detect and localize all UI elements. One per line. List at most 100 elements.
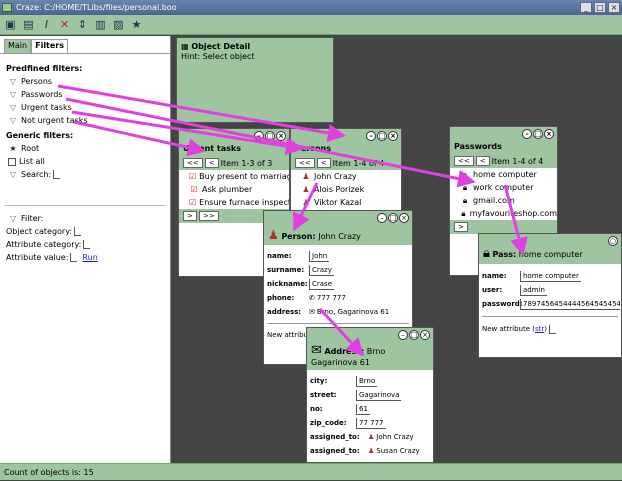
minimize-icon[interactable]: – (398, 330, 408, 340)
list-item[interactable]: 🔒︎ home computer (450, 168, 557, 181)
first-page-button[interactable]: << (454, 156, 474, 166)
field-row: city: Brno (310, 375, 378, 387)
filter-search[interactable]: ▽ Search: (0, 168, 170, 181)
new-attribute-row[interactable]: New attribute (str) (479, 322, 621, 336)
minimize-icon[interactable]: – (377, 213, 387, 223)
star-icon: ★ (9, 144, 17, 153)
minimize-button[interactable]: _ (580, 2, 592, 13)
attribute-category-input[interactable] (83, 240, 91, 249)
next-page-button[interactable]: > (183, 211, 197, 221)
last-page-button[interactable]: >> (198, 211, 219, 221)
next-page-button[interactable]: > (454, 222, 468, 232)
close-icon[interactable]: × (399, 213, 409, 223)
field-value[interactable]: Gagarinova (356, 389, 402, 401)
filter-passwords[interactable]: ▽ Passwords (0, 88, 170, 101)
field-value[interactable]: 78974564544445645454545 (520, 298, 620, 310)
field-value[interactable]: home computer (520, 270, 581, 282)
object-category-input[interactable] (74, 227, 82, 236)
close-window-button[interactable]: × (608, 2, 620, 13)
list-item[interactable]: ☑ Ask plumber (179, 183, 289, 196)
maximize-icon[interactable]: □ (409, 330, 419, 340)
funnel-icon: ▽ (9, 214, 17, 223)
str-link[interactable]: str (535, 325, 544, 333)
list-item[interactable]: ☑ Buy present to marriage (179, 170, 289, 183)
field-value[interactable]: Brno, Gagarinova 61 (315, 307, 391, 318)
list-item[interactable]: 🔒︎ work computer (450, 181, 557, 194)
pass-detail-panel: ○ 🔒︎ Pass: home computer name: home compu… (478, 233, 622, 358)
field-value[interactable]: Brno (356, 375, 378, 387)
delete-icon[interactable]: ✕ (58, 18, 71, 31)
image-icon[interactable]: ▨ (112, 18, 125, 31)
minimize-icon[interactable]: – (366, 131, 376, 141)
field-value[interactable]: admin (520, 284, 547, 296)
maximize-button[interactable]: □ (594, 2, 606, 13)
filter-urgent-tasks[interactable]: ▽ Urgent tasks (0, 101, 170, 114)
filter-root[interactable]: ★ Root (0, 142, 170, 155)
list-item[interactable]: ☑Ensure furnace inspection (179, 196, 289, 209)
item-count: Item 1-3 of 3 (220, 158, 273, 168)
field-row: assigned_to: ♟ John Crazy (310, 432, 415, 443)
field-value[interactable]: John Crazy (374, 432, 415, 443)
field-value[interactable]: 777 777 (315, 293, 348, 304)
list-all-checkbox[interactable] (8, 157, 16, 166)
close-icon[interactable]: × (544, 129, 554, 139)
field-value[interactable]: John (309, 250, 330, 262)
close-icon[interactable]: × (388, 131, 398, 141)
maximize-icon[interactable]: □ (377, 131, 387, 141)
attribute-value-input[interactable] (70, 253, 78, 262)
field-value[interactable]: 61 (356, 403, 370, 415)
item-count: Item 1-4 of 4 (491, 156, 544, 166)
filter-persons[interactable]: ▽ Persons (0, 75, 170, 88)
first-page-button[interactable]: << (183, 158, 203, 168)
person-name: John Crazy (318, 232, 361, 241)
filters-panel: Main Filters Predfined filters: ▽ Persons… (0, 36, 171, 463)
search-input[interactable] (53, 170, 61, 179)
move-icon[interactable]: ⇕ (76, 18, 89, 31)
passwords-title: Passwords (454, 142, 502, 151)
toolbar: ▣ ▤ I ✕ ⇕ ▥ ▨ ★ (0, 15, 622, 35)
list-item[interactable]: ♟ John Crazy (291, 170, 401, 183)
maximize-icon[interactable]: □ (265, 131, 275, 141)
new-attribute-input[interactable] (549, 324, 556, 334)
table-icon[interactable]: ▤ (22, 18, 35, 31)
maximize-icon[interactable]: □ (388, 213, 398, 223)
list-item[interactable]: ♟ Viktor Kazal (291, 196, 401, 209)
print-icon[interactable]: ▥ (94, 18, 107, 31)
list-item[interactable]: ♟ Alois Porizek (291, 183, 401, 196)
field-value[interactable]: Crazy (309, 264, 334, 276)
urgent-tasks-title: Urgent tasks (183, 144, 241, 153)
tab-main[interactable]: Main (4, 39, 32, 53)
star-icon[interactable]: ★ (130, 18, 143, 31)
field-row: address: ✉ Brno, Gagarinova 61 (267, 307, 391, 318)
funnel-icon: ▽ (9, 90, 17, 99)
save-icon[interactable]: ▣ (4, 18, 17, 31)
field-row: name: home computer (482, 270, 581, 282)
close-icon[interactable]: ○ (608, 236, 618, 246)
filter-not-urgent-tasks[interactable]: ▽ Not urgent tasks (0, 114, 170, 127)
persons-panel: – □ × Persons << < Item 1-4 of 4 ♟ John Crazy… (290, 128, 402, 213)
minimize-icon[interactable]: – (254, 131, 264, 141)
italic-icon[interactable]: I (40, 18, 53, 31)
field-value[interactable]: Crase (309, 278, 335, 290)
list-item[interactable]: 🔒︎ gmail.com (450, 194, 557, 207)
lock-icon: 🔒︎ (462, 195, 468, 205)
list-item[interactable]: 🔒︎ myfavouriteshop.com (450, 207, 557, 220)
window-title: Craze: C:/HOME/TLibs/files/personal.boo (16, 3, 177, 12)
field-row: street: Gagarinova (310, 389, 402, 401)
close-icon[interactable]: × (420, 330, 430, 340)
minimize-icon[interactable]: – (522, 129, 532, 139)
tab-filters[interactable]: Filters (31, 39, 69, 53)
urgent-tasks-header: – □ × Urgent tasks (179, 129, 289, 156)
prev-page-button[interactable]: < (316, 158, 331, 168)
prev-page-button[interactable]: < (204, 158, 219, 168)
field-value[interactable]: Susan Crazy (374, 446, 421, 457)
first-page-button[interactable]: << (295, 158, 315, 168)
app-icon (2, 3, 12, 12)
field-value[interactable]: 77 777 (356, 417, 386, 429)
maximize-icon[interactable]: □ (533, 129, 543, 139)
prev-page-button[interactable]: < (475, 156, 490, 166)
filter-list-all[interactable]: List all (0, 155, 170, 168)
task-icon: ☑ (189, 198, 197, 207)
close-icon[interactable]: × (276, 131, 286, 141)
run-link[interactable]: Run (82, 253, 97, 262)
